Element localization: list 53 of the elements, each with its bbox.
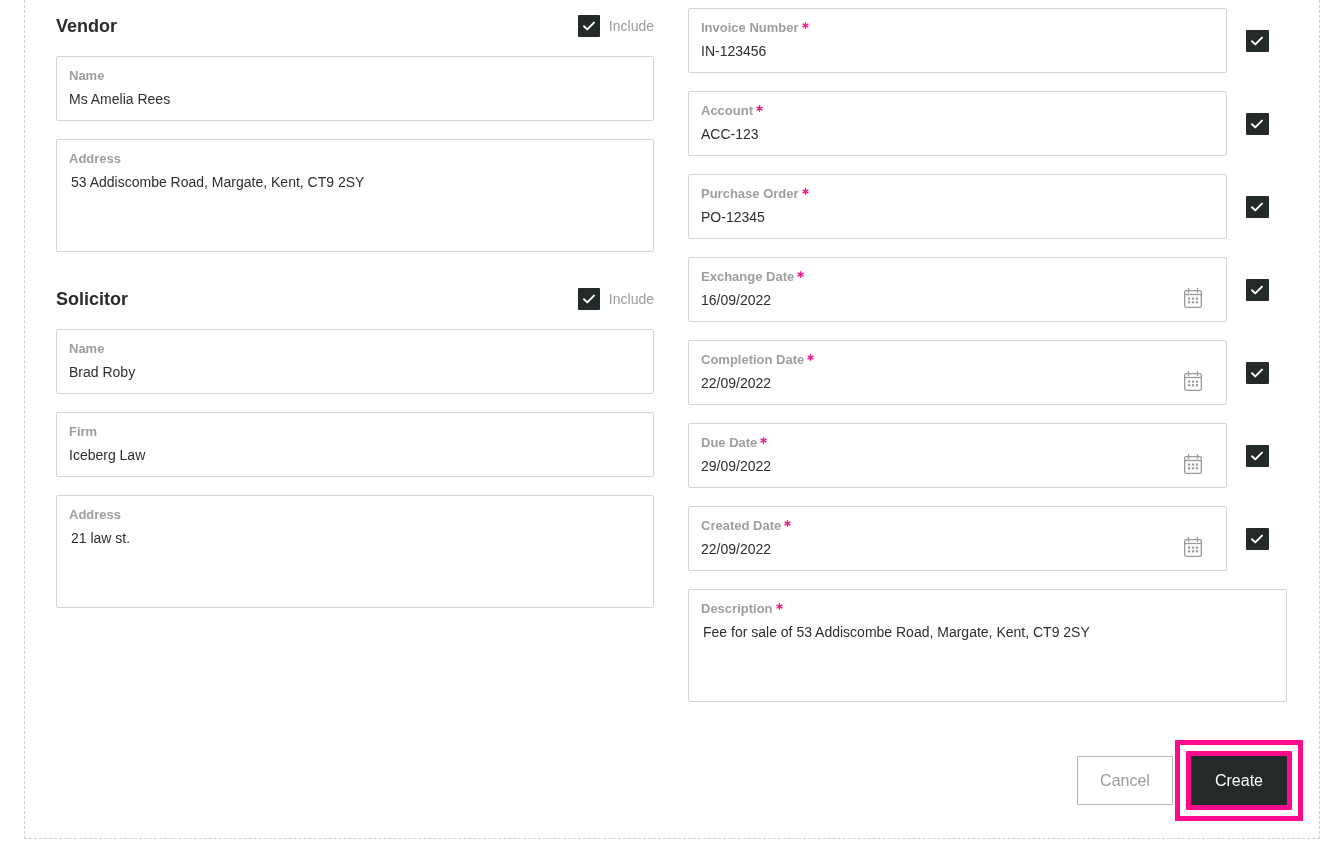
field-label: Completion Date bbox=[701, 351, 805, 368]
text-field[interactable]: Invoice Number IN-123456 bbox=[688, 8, 1227, 73]
section-title: Solicitor bbox=[56, 288, 128, 310]
date-field[interactable]: Created Date 22/09/2022 bbox=[688, 506, 1227, 571]
field-label: Purchase Order bbox=[701, 185, 799, 202]
text-field[interactable]: Firm Iceberg Law bbox=[56, 412, 654, 477]
calendar-icon[interactable] bbox=[1184, 371, 1202, 391]
text-field[interactable]: Name Ms Amelia Rees bbox=[56, 56, 654, 121]
field-label: Account bbox=[701, 102, 753, 119]
checkmark-icon bbox=[1251, 367, 1263, 378]
field-label: Name bbox=[69, 67, 105, 84]
checkmark-icon bbox=[1251, 533, 1263, 544]
field-label: Due Date bbox=[701, 434, 758, 451]
create-button[interactable]: Create bbox=[1186, 751, 1292, 810]
field-label: Exchange Date bbox=[701, 268, 795, 285]
field-label: Description bbox=[701, 600, 773, 617]
date-field[interactable]: Completion Date 22/09/2022 bbox=[688, 340, 1227, 405]
text-field[interactable]: Purchase Order PO-12345 bbox=[688, 174, 1227, 239]
checkbox[interactable] bbox=[1245, 195, 1269, 218]
checkbox[interactable] bbox=[1245, 112, 1269, 135]
section-title: Vendor bbox=[56, 15, 117, 37]
calendar-icon[interactable] bbox=[1184, 288, 1202, 308]
checkbox[interactable] bbox=[1245, 278, 1269, 301]
checkbox[interactable] bbox=[1245, 29, 1269, 52]
checkmark-icon bbox=[582, 21, 595, 31]
textarea-field[interactable]: Address 53 Addiscombe Road, Margate, Kent, CT9 2SY bbox=[56, 139, 654, 252]
field-label: Firm bbox=[69, 423, 98, 440]
field-label: Address bbox=[69, 506, 122, 523]
checkbox[interactable] bbox=[1245, 527, 1269, 550]
field-label: Address bbox=[69, 150, 122, 167]
calendar-icon[interactable] bbox=[1184, 454, 1202, 474]
field-label: Name bbox=[69, 340, 105, 357]
textarea-field[interactable]: Description Fee for sale of 53 Addiscombe Road, Margate, Kent, CT9 2SY bbox=[688, 589, 1287, 702]
field-label: Created Date bbox=[701, 517, 782, 534]
date-field[interactable]: Due Date 29/09/2022 bbox=[688, 423, 1227, 488]
date-field[interactable]: Exchange Date 16/09/2022 bbox=[688, 257, 1227, 322]
checkbox[interactable] bbox=[577, 288, 600, 310]
checkbox[interactable] bbox=[1245, 361, 1269, 384]
checkbox[interactable] bbox=[1245, 444, 1269, 467]
calendar-icon[interactable] bbox=[1184, 537, 1202, 557]
checkmark-icon bbox=[1251, 35, 1263, 46]
checkbox-label: Include bbox=[608, 291, 654, 307]
text-field[interactable]: Account ACC-123 bbox=[688, 91, 1227, 156]
checkbox-label: Include bbox=[608, 18, 654, 34]
field-label: Invoice Number bbox=[701, 19, 799, 36]
checkmark-icon bbox=[582, 294, 595, 304]
checkbox[interactable] bbox=[577, 15, 600, 37]
checkmark-icon bbox=[1251, 284, 1263, 295]
textarea-field[interactable]: Address 21 law st. bbox=[56, 495, 654, 608]
checkmark-icon bbox=[1251, 450, 1263, 461]
checkmark-icon bbox=[1251, 118, 1263, 129]
checkmark-icon bbox=[1251, 201, 1263, 212]
text-field[interactable]: Name Brad Roby bbox=[56, 329, 654, 394]
